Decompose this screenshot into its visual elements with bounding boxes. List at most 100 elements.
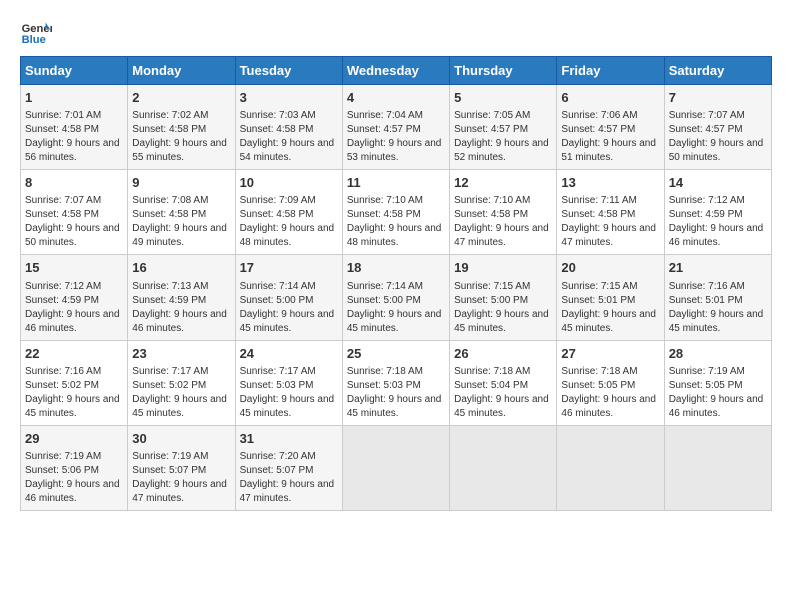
sunrise-text: Sunrise: 7:11 AM bbox=[561, 195, 636, 206]
svg-text:General: General bbox=[22, 23, 52, 35]
sunset-text: Sunset: 4:59 PM bbox=[132, 295, 206, 306]
sunrise-text: Sunrise: 7:07 AM bbox=[669, 110, 745, 121]
day-number: 9 bbox=[132, 174, 230, 192]
calendar-week-1: 1 Sunrise: 7:01 AM Sunset: 4:58 PM Daylight… bbox=[21, 85, 772, 170]
sunrise-text: Sunrise: 7:17 AM bbox=[240, 366, 316, 377]
sunset-text: Sunset: 4:59 PM bbox=[669, 209, 743, 220]
day-number: 25 bbox=[347, 345, 445, 363]
sunrise-text: Sunrise: 7:07 AM bbox=[25, 195, 101, 206]
sunset-text: Sunset: 4:58 PM bbox=[240, 124, 314, 135]
sunset-text: Sunset: 5:02 PM bbox=[25, 380, 99, 391]
sunrise-text: Sunrise: 7:05 AM bbox=[454, 110, 530, 121]
daylight-text: Daylight: 9 hours and 47 minutes. bbox=[132, 479, 227, 504]
sunset-text: Sunset: 4:58 PM bbox=[132, 124, 206, 135]
daylight-text: Daylight: 9 hours and 52 minutes. bbox=[454, 138, 549, 163]
sunrise-text: Sunrise: 7:03 AM bbox=[240, 110, 316, 121]
calendar-cell: 27Sunrise: 7:18 AMSunset: 5:05 PMDayligh… bbox=[557, 340, 664, 425]
calendar-cell: 20Sunrise: 7:15 AMSunset: 5:01 PMDayligh… bbox=[557, 255, 664, 340]
day-number: 26 bbox=[454, 345, 552, 363]
sunrise-text: Sunrise: 7:16 AM bbox=[25, 366, 101, 377]
sunset-text: Sunset: 4:57 PM bbox=[347, 124, 421, 135]
sunset-text: Sunset: 5:07 PM bbox=[240, 465, 314, 476]
daylight-text: Daylight: 9 hours and 47 minutes. bbox=[240, 479, 335, 504]
day-number: 4 bbox=[347, 89, 445, 107]
calendar-cell: 16Sunrise: 7:13 AMSunset: 4:59 PMDayligh… bbox=[128, 255, 235, 340]
page-header: General Blue bbox=[20, 16, 772, 48]
daylight-text: Daylight: 9 hours and 53 minutes. bbox=[347, 138, 442, 163]
daylight-text: Daylight: 9 hours and 45 minutes. bbox=[347, 309, 442, 334]
sunrise-text: Sunrise: 7:02 AM bbox=[132, 110, 208, 121]
sunset-text: Sunset: 4:58 PM bbox=[347, 209, 421, 220]
sunrise-text: Sunrise: 7:16 AM bbox=[669, 281, 745, 292]
day-number: 12 bbox=[454, 174, 552, 192]
calendar-cell: 23Sunrise: 7:17 AMSunset: 5:02 PMDayligh… bbox=[128, 340, 235, 425]
daylight-text: Daylight: 9 hours and 50 minutes. bbox=[25, 223, 120, 248]
day-number: 1 bbox=[25, 89, 123, 107]
daylight-text: Daylight: 9 hours and 45 minutes. bbox=[669, 309, 764, 334]
sunset-text: Sunset: 4:59 PM bbox=[25, 295, 99, 306]
daylight-text: Daylight: 9 hours and 47 minutes. bbox=[454, 223, 549, 248]
calendar-cell: 4 Sunrise: 7:04 AM Sunset: 4:57 PM Daylight… bbox=[342, 85, 449, 170]
daylight-text: Daylight: 9 hours and 54 minutes. bbox=[240, 138, 335, 163]
daylight-text: Daylight: 9 hours and 45 minutes. bbox=[240, 394, 335, 419]
calendar-cell: 28Sunrise: 7:19 AMSunset: 5:05 PMDayligh… bbox=[664, 340, 771, 425]
day-number: 14 bbox=[669, 174, 767, 192]
day-header-saturday: Saturday bbox=[664, 57, 771, 85]
calendar-cell: 11Sunrise: 7:10 AMSunset: 4:58 PMDayligh… bbox=[342, 170, 449, 255]
sunrise-text: Sunrise: 7:09 AM bbox=[240, 195, 316, 206]
day-number: 5 bbox=[454, 89, 552, 107]
calendar-cell: 19Sunrise: 7:15 AMSunset: 5:00 PMDayligh… bbox=[450, 255, 557, 340]
sunrise-text: Sunrise: 7:14 AM bbox=[240, 281, 316, 292]
daylight-text: Daylight: 9 hours and 46 minutes. bbox=[669, 394, 764, 419]
calendar-cell: 25Sunrise: 7:18 AMSunset: 5:03 PMDayligh… bbox=[342, 340, 449, 425]
sunrise-text: Sunrise: 7:15 AM bbox=[454, 281, 530, 292]
day-header-monday: Monday bbox=[128, 57, 235, 85]
sunset-text: Sunset: 4:57 PM bbox=[669, 124, 743, 135]
day-number: 22 bbox=[25, 345, 123, 363]
day-number: 30 bbox=[132, 430, 230, 448]
calendar-cell: 24Sunrise: 7:17 AMSunset: 5:03 PMDayligh… bbox=[235, 340, 342, 425]
daylight-text: Daylight: 9 hours and 45 minutes. bbox=[132, 394, 227, 419]
daylight-text: Daylight: 9 hours and 46 minutes. bbox=[25, 479, 120, 504]
day-number: 20 bbox=[561, 259, 659, 277]
daylight-text: Daylight: 9 hours and 48 minutes. bbox=[240, 223, 335, 248]
day-number: 13 bbox=[561, 174, 659, 192]
daylight-text: Daylight: 9 hours and 46 minutes. bbox=[132, 309, 227, 334]
day-number: 16 bbox=[132, 259, 230, 277]
sunset-text: Sunset: 5:01 PM bbox=[561, 295, 635, 306]
daylight-text: Daylight: 9 hours and 45 minutes. bbox=[454, 309, 549, 334]
calendar-cell: 12 Sunrise: 7:10 AM Sunset: 4:58 PM Dayligh… bbox=[450, 170, 557, 255]
svg-text:Blue: Blue bbox=[22, 34, 46, 46]
sunset-text: Sunset: 5:03 PM bbox=[240, 380, 314, 391]
daylight-text: Daylight: 9 hours and 48 minutes. bbox=[347, 223, 442, 248]
sunset-text: Sunset: 4:58 PM bbox=[25, 124, 99, 135]
sunrise-text: Sunrise: 7:10 AM bbox=[454, 195, 530, 206]
sunset-text: Sunset: 5:00 PM bbox=[347, 295, 421, 306]
calendar-week-2: 8Sunrise: 7:07 AMSunset: 4:58 PMDaylight… bbox=[21, 170, 772, 255]
sunrise-text: Sunrise: 7:12 AM bbox=[669, 195, 745, 206]
daylight-text: Daylight: 9 hours and 56 minutes. bbox=[25, 138, 120, 163]
sunset-text: Sunset: 4:58 PM bbox=[240, 209, 314, 220]
logo-icon: General Blue bbox=[20, 16, 52, 48]
day-header-wednesday: Wednesday bbox=[342, 57, 449, 85]
calendar-cell: 26Sunrise: 7:18 AMSunset: 5:04 PMDayligh… bbox=[450, 340, 557, 425]
sunrise-text: Sunrise: 7:12 AM bbox=[25, 281, 101, 292]
daylight-text: Daylight: 9 hours and 46 minutes. bbox=[25, 309, 120, 334]
daylight-text: Daylight: 9 hours and 46 minutes. bbox=[561, 394, 656, 419]
sunrise-text: Sunrise: 7:08 AM bbox=[132, 195, 208, 206]
sunset-text: Sunset: 4:58 PM bbox=[561, 209, 635, 220]
daylight-text: Daylight: 9 hours and 49 minutes. bbox=[132, 223, 227, 248]
sunset-text: Sunset: 4:58 PM bbox=[454, 209, 528, 220]
calendar-cell: 6Sunrise: 7:06 AMSunset: 4:57 PMDaylight… bbox=[557, 85, 664, 170]
sunrise-text: Sunrise: 7:04 AM bbox=[347, 110, 423, 121]
sunrise-text: Sunrise: 7:01 AM bbox=[25, 110, 101, 121]
sunrise-text: Sunrise: 7:20 AM bbox=[240, 451, 316, 462]
day-number: 27 bbox=[561, 345, 659, 363]
calendar-cell: 13Sunrise: 7:11 AMSunset: 4:58 PMDayligh… bbox=[557, 170, 664, 255]
day-number: 17 bbox=[240, 259, 338, 277]
day-number: 21 bbox=[669, 259, 767, 277]
sunset-text: Sunset: 5:02 PM bbox=[132, 380, 206, 391]
day-number: 23 bbox=[132, 345, 230, 363]
sunrise-text: Sunrise: 7:14 AM bbox=[347, 281, 423, 292]
day-number: 29 bbox=[25, 430, 123, 448]
